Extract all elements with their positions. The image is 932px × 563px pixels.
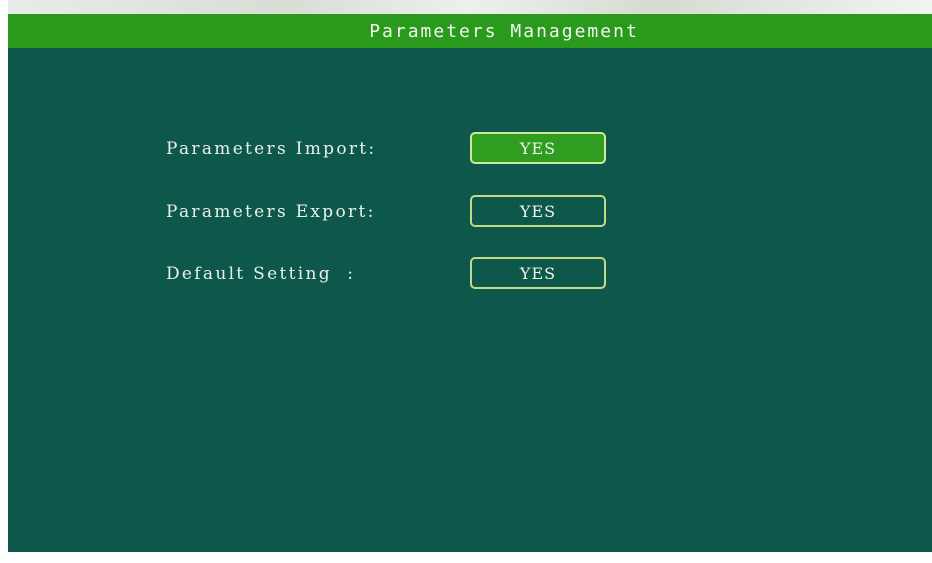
row-parameters-export: Parameters Export: YES xyxy=(8,195,932,229)
page-title: Parameters Management xyxy=(369,20,639,42)
default-setting-label: Default Setting : xyxy=(166,264,356,284)
top-edge xyxy=(8,0,932,14)
parameters-import-yes-button[interactable]: YES xyxy=(470,132,606,164)
default-setting-yes-button[interactable]: YES xyxy=(470,257,606,289)
frame: Parameters Management Parameters Import:… xyxy=(0,0,932,563)
parameters-import-label: Parameters Import: xyxy=(166,139,377,159)
bottom-edge xyxy=(8,552,932,563)
parameters-management-screen: Parameters Management Parameters Import:… xyxy=(8,14,932,552)
parameters-export-yes-button[interactable]: YES xyxy=(470,195,606,227)
parameters-export-label: Parameters Export: xyxy=(166,202,376,222)
row-default-setting: Default Setting : YES xyxy=(8,257,932,291)
row-parameters-import: Parameters Import: YES xyxy=(8,132,932,166)
title-bar: Parameters Management xyxy=(8,14,932,48)
